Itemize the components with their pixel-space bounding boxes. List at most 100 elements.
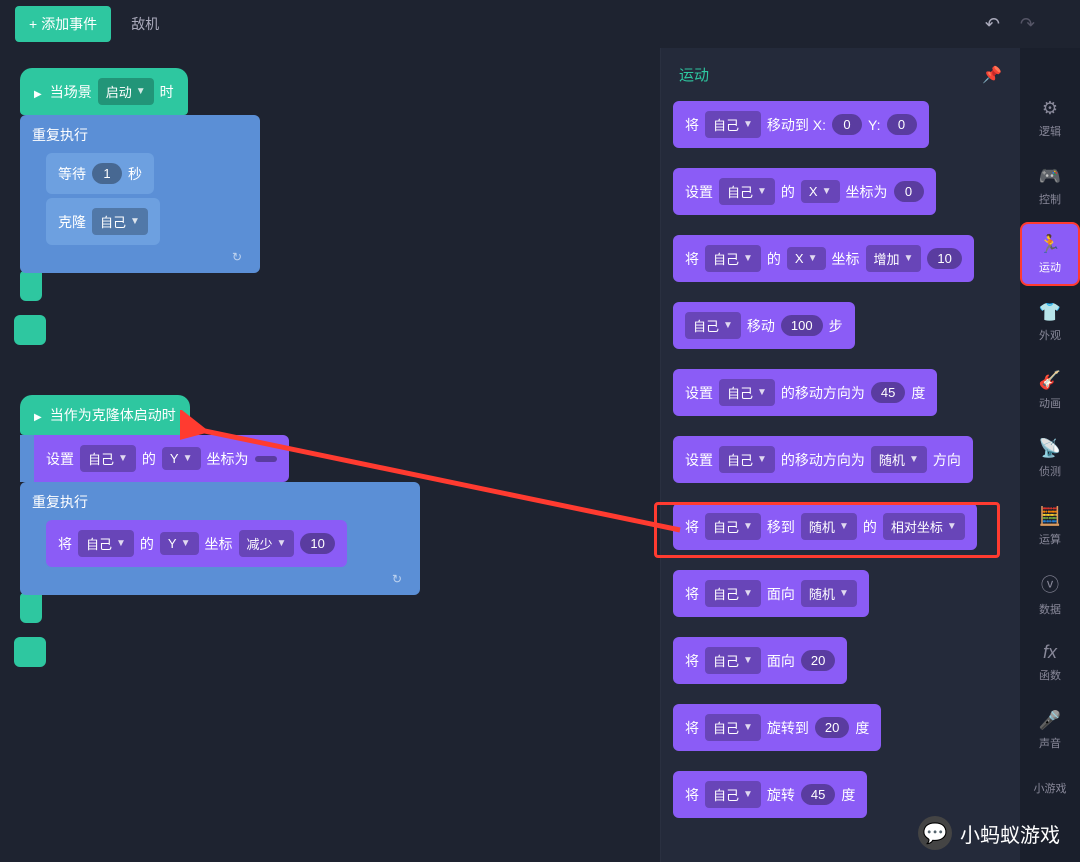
palette-moveto-xy[interactable]: 将 自己▼ 移动到 X: 0 Y: 0 (673, 101, 929, 148)
op-slot[interactable]: 减少▼ (239, 530, 295, 557)
redo-icon[interactable]: ↷ (1020, 14, 1035, 35)
palette-move-steps[interactable]: 自己▼ 移动 100 步 (673, 302, 855, 349)
script-canvas[interactable]: 当场景 启动▼ 时 重复执行 等待 1 秒 克隆 自己▼ ↻ (0, 48, 660, 862)
sidebar-mini[interactable]: 小游戏 (1020, 768, 1080, 808)
chevron-down-icon: ▼ (743, 588, 753, 599)
slot[interactable]: 自己▼ (705, 580, 761, 607)
val[interactable]: 20 (815, 717, 849, 738)
slot[interactable]: 增加▼ (866, 245, 922, 272)
slot[interactable]: 自己▼ (719, 379, 775, 406)
sidebar-op[interactable]: 🧮运算 (1020, 496, 1080, 556)
script-stack-1[interactable]: 当场景 启动▼ 时 重复执行 等待 1 秒 克隆 自己▼ ↻ (20, 68, 640, 345)
palette-face-random[interactable]: 将 自己▼ 面向 随机▼ (673, 570, 869, 617)
chevron-down-icon: ▼ (757, 186, 767, 197)
slot[interactable]: 自己▼ (719, 446, 775, 473)
lbl: 控制 (1039, 191, 1061, 207)
axis-slot[interactable]: Y▼ (160, 532, 199, 555)
wait-block[interactable]: 等待 1 秒 (46, 153, 154, 194)
block-palette[interactable]: 运动 📌 将 自己▼ 移动到 X: 0 Y: 0 设置 自己▼ 的 X▼ 坐标为… (660, 48, 1020, 862)
slot-label: 随机 (809, 584, 835, 603)
palette-rotate-to[interactable]: 将 自己▼ 旋转到 20 度 (673, 704, 881, 751)
axis-slot[interactable]: Y▼ (162, 447, 201, 470)
sidebar-data[interactable]: ⓥ数据 (1020, 564, 1080, 624)
sidebar-func[interactable]: fx函数 (1020, 632, 1080, 692)
palette-set-direction[interactable]: 设置 自己▼ 的移动方向为 45 度 (673, 369, 937, 416)
val[interactable]: 45 (871, 382, 905, 403)
hat-clone-start[interactable]: 当作为克隆体启动时 (20, 395, 190, 435)
slot[interactable]: 自己▼ (705, 513, 761, 540)
palette-moveto-relative[interactable]: 将 自己▼ 移到 随机▼ 的 相对坐标▼ (673, 503, 977, 550)
stack-end (20, 271, 42, 301)
wait-unit: 秒 (128, 164, 142, 184)
chevron-down-icon: ▼ (181, 538, 191, 549)
pin-icon[interactable]: 📌 (982, 65, 1002, 85)
slot[interactable]: 随机▼ (801, 513, 857, 540)
val[interactable]: 0 (894, 181, 924, 202)
motion-icon: 🏃 (1039, 234, 1061, 255)
val[interactable]: 0 (887, 114, 917, 135)
slot[interactable]: 自己▼ (705, 111, 761, 138)
slot[interactable]: 自己▼ (705, 647, 761, 674)
value-input[interactable]: 10 (300, 533, 334, 554)
slot[interactable]: X▼ (801, 180, 840, 203)
clone-target[interactable]: 自己▼ (92, 208, 148, 235)
tab-enemy[interactable]: 敌机 (131, 14, 159, 34)
stack-end (20, 593, 42, 623)
chevron-down-icon: ▼ (118, 453, 128, 464)
lbl: 将 (685, 517, 699, 537)
slot[interactable]: 相对坐标▼ (883, 513, 965, 540)
slot[interactable]: 随机▼ (801, 580, 857, 607)
palette-set-coord[interactable]: 设置 自己▼ 的 X▼ 坐标为 0 (673, 168, 936, 215)
slot[interactable]: 自己▼ (685, 312, 741, 339)
sidebar-anim[interactable]: 🎸动画 (1020, 360, 1080, 420)
sidebar-sound[interactable]: 🎤声音 (1020, 700, 1080, 760)
sidebar-sense[interactable]: 📡侦测 (1020, 428, 1080, 488)
repeat-block[interactable]: 重复执行 等待 1 秒 克隆 自己▼ ↻ (20, 115, 260, 273)
slot-label: 自己 (727, 450, 753, 469)
chevron-down-icon: ▼ (743, 253, 753, 264)
slot-label: 自己 (727, 383, 753, 402)
val[interactable]: 100 (781, 315, 823, 336)
value-input[interactable] (255, 456, 277, 462)
wait-value[interactable]: 1 (92, 163, 122, 184)
slot[interactable]: 自己▼ (705, 245, 761, 272)
slot[interactable]: 随机▼ (871, 446, 927, 473)
val[interactable]: 20 (801, 650, 835, 671)
target-slot[interactable]: 自己▼ (80, 445, 136, 472)
change-y-block[interactable]: 将 自己▼ 的 Y▼ 坐标 减少▼ 10 (46, 520, 347, 567)
palette-rotate-by[interactable]: 将 自己▼ 旋转 45 度 (673, 771, 867, 818)
chevron-down-icon: ▼ (723, 320, 733, 331)
lbl: 度 (841, 785, 855, 805)
script-stack-2[interactable]: 当作为克隆体启动时 设置 自己▼ 的 Y▼ 坐标为 重复执行 将 (20, 395, 640, 667)
hat-scene-start[interactable]: 当场景 启动▼ 时 (20, 68, 188, 115)
palette-face-angle[interactable]: 将 自己▼ 面向 20 (673, 637, 847, 684)
slot[interactable]: 自己▼ (719, 178, 775, 205)
palette-set-direction-random[interactable]: 设置 自己▼ 的移动方向为 随机▼ 方向 (673, 436, 973, 483)
lbl: 度 (855, 718, 869, 738)
repeat-label: 重复执行 (32, 492, 408, 512)
val[interactable]: 0 (832, 114, 862, 135)
lbl: 坐标为 (846, 182, 888, 202)
clone-block[interactable]: 克隆 自己▼ (46, 198, 160, 245)
lbl: 移到 (767, 517, 795, 537)
set-y-block[interactable]: 设置 自己▼ 的 Y▼ 坐标为 (34, 435, 289, 482)
add-event-button[interactable]: + 添加事件 (15, 6, 111, 42)
slot[interactable]: X▼ (787, 247, 826, 270)
sidebar-control[interactable]: 🎮控制 (1020, 156, 1080, 216)
hat-slot[interactable]: 启动▼ (98, 78, 154, 105)
sidebar-logic[interactable]: ⚙逻辑 (1020, 88, 1080, 148)
chevron-down-icon: ▼ (183, 453, 193, 464)
sidebar-look[interactable]: 👕外观 (1020, 292, 1080, 352)
repeat-block-2[interactable]: 重复执行 将 自己▼ 的 Y▼ 坐标 减少▼ 10 ↻ (20, 482, 420, 595)
slot[interactable]: 自己▼ (705, 781, 761, 808)
val[interactable]: 45 (801, 784, 835, 805)
slot[interactable]: 自己▼ (705, 714, 761, 741)
palette-change-coord[interactable]: 将 自己▼ 的 X▼ 坐标 增加▼ 10 (673, 235, 974, 282)
target-slot[interactable]: 自己▼ (78, 530, 134, 557)
add-event-label: 添加事件 (41, 14, 97, 34)
sidebar-motion[interactable]: 🏃运动 (1022, 224, 1078, 284)
lbl: 移动 (747, 316, 775, 336)
undo-icon[interactable]: ↶ (985, 14, 1000, 35)
wechat-icon: 💬 (918, 816, 952, 850)
val[interactable]: 10 (927, 248, 961, 269)
